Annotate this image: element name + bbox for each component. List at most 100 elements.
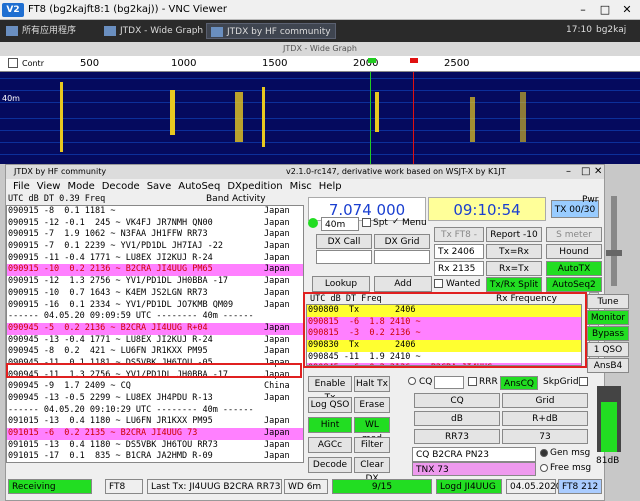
pwr-slider[interactable] [611, 196, 617, 286]
rx-frequency-input[interactable]: Rx 2135 [434, 261, 484, 276]
73-button[interactable]: 73 [502, 429, 588, 444]
band-activity-row[interactable]: 090945 -8 0.2 421 ~ LU6FN JR1KXX PM95 Jap… [7, 346, 303, 358]
menu-check-icon[interactable]: ✓ [392, 217, 400, 227]
window-minimize-icon[interactable]: – [566, 165, 571, 179]
anscq-button[interactable]: AnsCQ [500, 376, 538, 390]
menu-view[interactable]: View [37, 181, 61, 192]
menu-save[interactable]: Save [147, 181, 172, 192]
band-activity-row[interactable]: 090915 -12 -0.1 245 ~ VK4FJ JR7NMH QN00 J… [7, 218, 303, 230]
autotx-button[interactable]: AutoTX [546, 261, 602, 276]
skpgrid-checkbox[interactable] [579, 377, 588, 386]
band-activity-row[interactable]: 090945 -13 -0.4 1771 ~ LU8EX JI2KUJ R-24… [7, 335, 303, 347]
menu-misc[interactable]: Misc [290, 181, 312, 192]
free-msg-radio[interactable] [540, 464, 548, 472]
band-activity-row[interactable]: 091015 -6 0.2 2135 ~ B2CRA JI4UUG 73 Japa… [7, 428, 303, 440]
waterfall[interactable]: 40m [0, 72, 640, 164]
taskbar-item-apps[interactable]: 所有应用程序 [2, 23, 80, 39]
band-activity-list[interactable]: 090915 -8 0.1 1181 ~ Japan 090915 -12 -0.… [6, 205, 304, 463]
rr73-button[interactable]: RR73 [414, 429, 500, 444]
taskbar-item-wide-graph[interactable]: JTDX - Wide Graph [100, 23, 207, 39]
band-activity-row[interactable]: ------ 04.05.20 09:10:29 UTC -------- 40… [7, 404, 303, 417]
band-activity-row[interactable]: 090915 -16 0.1 2334 ~ YV1/PD1DL JO7KMB Q… [7, 300, 303, 312]
generated-message[interactable]: CQ B2CRA PN23 [412, 447, 536, 462]
band-activity-row[interactable]: 090945 -13 -0.5 2299 ~ LU8EX JH4PDU R-13… [7, 393, 303, 405]
free-message-input[interactable]: TNX 73 [412, 462, 536, 476]
window-maximize-icon[interactable]: □ [581, 165, 590, 179]
band-activity-row[interactable]: 090945 -5 0.2 2136 ~ B2CRA JI4UUG R+04 Ja… [7, 322, 303, 335]
monitor-button[interactable]: Monitor [587, 310, 629, 325]
menu-mode[interactable]: Mode [67, 181, 94, 192]
decode-button[interactable]: Decode [308, 457, 352, 473]
band-activity-row[interactable]: 091015 -13 0.4 1180 ~ DS5VBK JH6TOU RR73… [7, 440, 303, 452]
band-activity-row[interactable]: 090915 -11 -0.4 1771 ~ LU8EX JI2KUJ R-24… [7, 253, 303, 265]
cq-radio[interactable] [408, 377, 416, 385]
taskbar-item-jtdx[interactable]: JTDX by HF community [206, 23, 336, 39]
rx-equals-tx-button[interactable]: Rx=Tx [486, 261, 542, 276]
band-activity-row[interactable]: 090915 -10 0.2 2136 ~ B2CRA JI4UUG PM65 J… [7, 264, 303, 277]
log-qso-button[interactable]: Log QSO [308, 397, 352, 413]
country-label: Japan [264, 287, 290, 298]
add-button[interactable]: Add [374, 276, 432, 292]
country-label: Japan [264, 229, 290, 240]
dx-grid-input[interactable] [374, 250, 430, 264]
db-button[interactable]: dB [414, 411, 500, 426]
tx-equals-rx-button[interactable]: Tx=Rx [486, 244, 542, 259]
tune-button[interactable]: Tune [587, 294, 629, 309]
band-activity-row[interactable]: 090915 -10 0.7 1643 ~ K4EM JS2LGN RR73 Ja… [7, 288, 303, 300]
autoseq2-button[interactable]: AutoSeq2 [546, 277, 602, 292]
band-activity-row[interactable]: ------ 04.05.20 09:09:59 UTC -------- 40… [7, 311, 303, 323]
tx-mode-select[interactable]: Tx FT8 - [434, 227, 484, 242]
jtdx-title-bar: JTDX by HF community v2.1.0-rc147, deriv… [6, 165, 604, 179]
dx-call-input[interactable] [316, 250, 372, 264]
halt-tx-button[interactable]: Halt Tx [354, 376, 390, 392]
tx-frequency-input[interactable]: Tx 2406 [434, 244, 484, 259]
band-activity-row[interactable]: 090945 -9 1.7 2409 ~ CQ China [7, 381, 303, 393]
spt-checkbox[interactable] [362, 218, 371, 227]
pwr-slider-handle[interactable] [606, 250, 622, 256]
wd-status: WD 6m [284, 479, 328, 494]
hint-button[interactable]: Hint [308, 417, 352, 433]
minimize-icon[interactable]: – [574, 2, 592, 18]
band-activity-row[interactable]: 091015 -17 0.1 835 ~ B1CRA JA2HMD R-09 Ja… [7, 451, 303, 462]
r-db-button[interactable]: R+dB [502, 411, 588, 426]
rrr-checkbox[interactable] [468, 377, 477, 386]
clear-dx-button[interactable]: Clear DX [354, 457, 390, 484]
bypass-button[interactable]: Bypass [587, 326, 629, 341]
menu-autoseq[interactable]: AutoSeq [178, 181, 220, 192]
cq-input[interactable] [434, 376, 464, 389]
txrx-split-button[interactable]: Tx/Rx Split [486, 277, 542, 292]
decode-text: ------ 04.05.20 09:10:29 UTC -------- 40… [8, 404, 254, 415]
menu-help[interactable]: Help [319, 181, 342, 192]
grid-button[interactable]: Grid [502, 393, 588, 408]
erase-button[interactable]: Erase [354, 397, 390, 413]
rx-highlight-box [303, 292, 587, 368]
band-activity-row[interactable]: 090915 -7 1.9 1062 ~ N3FAA JH1FFW RR73 Ja… [7, 229, 303, 241]
band-activity-row[interactable]: 091015 -13 0.4 1180 ~ LU6FN JR1KXX PM95 J… [7, 416, 303, 428]
band-select[interactable]: 40m [321, 217, 359, 231]
tick-label-1000: 1000 [171, 58, 197, 69]
maximize-icon[interactable]: □ [596, 2, 614, 18]
menu-file[interactable]: File [13, 181, 30, 192]
wanted-checkbox[interactable] [434, 279, 443, 288]
close-icon[interactable]: ✕ [618, 2, 636, 18]
filter-button[interactable]: Filter [354, 437, 390, 453]
frequency-scale[interactable]: Contr 500 1000 1500 2000 2500 [0, 56, 640, 72]
band-activity-row[interactable]: 090915 -8 0.1 1181 ~ Japan [7, 206, 303, 218]
band-activity-row[interactable]: 090915 -7 0.1 2239 ~ YV1/PD1DL JH7IAJ -2… [7, 241, 303, 253]
agcc-button[interactable]: AGCc [308, 437, 352, 453]
hound-button[interactable]: Hound [546, 244, 602, 259]
window-close-icon[interactable]: ✕ [594, 165, 602, 179]
band-activity-row[interactable]: 090915 -12 1.3 2756 ~ YV1/PD1DL JH0BBA -… [7, 276, 303, 288]
menu-dxpedition[interactable]: DXpedition [227, 181, 282, 192]
menu-decode[interactable]: Decode [102, 181, 140, 192]
enable-tx-button[interactable]: Enable Tx [308, 376, 352, 403]
lookup-button[interactable]: Lookup [312, 276, 370, 292]
wl-mod-button[interactable]: WL mod [354, 417, 390, 444]
one-qso-button[interactable]: 1 QSO [587, 342, 629, 357]
ansb4-button[interactable]: AnsB4 [587, 358, 629, 373]
report-select[interactable]: Report -10 [486, 227, 542, 242]
cq-message-button[interactable]: CQ [414, 393, 500, 408]
gen-msg-radio[interactable] [540, 449, 548, 457]
s-meter-button[interactable]: S meter [546, 227, 602, 242]
contr-checkbox[interactable] [8, 58, 18, 68]
